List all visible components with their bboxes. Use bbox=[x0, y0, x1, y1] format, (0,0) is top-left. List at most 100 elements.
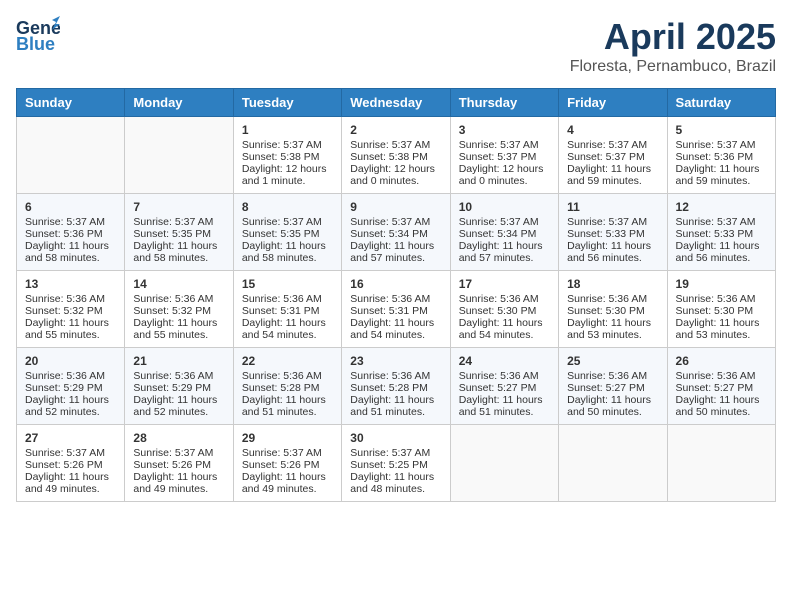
day-info: Sunrise: 5:37 AM bbox=[567, 216, 658, 228]
day-info: Sunset: 5:29 PM bbox=[133, 382, 224, 394]
day-info: Daylight: 11 hours and 53 minutes. bbox=[676, 317, 767, 341]
calendar-week-row: 1Sunrise: 5:37 AMSunset: 5:38 PMDaylight… bbox=[17, 117, 776, 194]
day-info: Daylight: 11 hours and 59 minutes. bbox=[567, 163, 658, 187]
day-info: Sunset: 5:38 PM bbox=[350, 151, 441, 163]
day-info: Sunset: 5:30 PM bbox=[676, 305, 767, 317]
calendar-cell: 15Sunrise: 5:36 AMSunset: 5:31 PMDayligh… bbox=[233, 271, 341, 348]
day-info: Sunset: 5:29 PM bbox=[25, 382, 116, 394]
day-info: Daylight: 11 hours and 54 minutes. bbox=[350, 317, 441, 341]
day-info: Daylight: 11 hours and 54 minutes. bbox=[242, 317, 333, 341]
day-info: Sunset: 5:31 PM bbox=[350, 305, 441, 317]
day-number: 18 bbox=[567, 277, 658, 291]
day-info: Daylight: 12 hours and 1 minute. bbox=[242, 163, 333, 187]
day-info: Sunrise: 5:36 AM bbox=[133, 293, 224, 305]
day-info: Sunset: 5:35 PM bbox=[242, 228, 333, 240]
day-info: Daylight: 11 hours and 51 minutes. bbox=[459, 394, 550, 418]
day-info: Daylight: 11 hours and 52 minutes. bbox=[133, 394, 224, 418]
calendar-cell: 21Sunrise: 5:36 AMSunset: 5:29 PMDayligh… bbox=[125, 348, 233, 425]
month-year-title: April 2025 bbox=[570, 16, 776, 58]
day-info: Daylight: 11 hours and 50 minutes. bbox=[567, 394, 658, 418]
svg-text:Blue: Blue bbox=[16, 34, 55, 54]
day-number: 30 bbox=[350, 431, 441, 445]
calendar-cell: 8Sunrise: 5:37 AMSunset: 5:35 PMDaylight… bbox=[233, 194, 341, 271]
day-number: 23 bbox=[350, 354, 441, 368]
day-number: 6 bbox=[25, 200, 116, 214]
day-info: Sunset: 5:36 PM bbox=[676, 151, 767, 163]
day-info: Sunrise: 5:37 AM bbox=[676, 216, 767, 228]
day-info: Daylight: 11 hours and 58 minutes. bbox=[133, 240, 224, 264]
calendar-cell: 26Sunrise: 5:36 AMSunset: 5:27 PMDayligh… bbox=[667, 348, 775, 425]
day-info: Sunrise: 5:36 AM bbox=[133, 370, 224, 382]
day-info: Sunrise: 5:37 AM bbox=[567, 139, 658, 151]
day-info: Sunrise: 5:37 AM bbox=[459, 216, 550, 228]
day-info: Sunrise: 5:37 AM bbox=[242, 139, 333, 151]
title-block: April 2025 Floresta, Pernambuco, Brazil bbox=[570, 16, 776, 76]
day-info: Sunset: 5:33 PM bbox=[676, 228, 767, 240]
day-info: Daylight: 11 hours and 56 minutes. bbox=[567, 240, 658, 264]
day-info: Sunrise: 5:37 AM bbox=[350, 447, 441, 459]
day-number: 13 bbox=[25, 277, 116, 291]
calendar-cell: 12Sunrise: 5:37 AMSunset: 5:33 PMDayligh… bbox=[667, 194, 775, 271]
day-info: Daylight: 11 hours and 49 minutes. bbox=[133, 471, 224, 495]
day-info: Sunrise: 5:36 AM bbox=[242, 293, 333, 305]
day-info: Sunset: 5:30 PM bbox=[459, 305, 550, 317]
day-info: Daylight: 11 hours and 49 minutes. bbox=[25, 471, 116, 495]
calendar-cell: 6Sunrise: 5:37 AMSunset: 5:36 PMDaylight… bbox=[17, 194, 125, 271]
calendar-cell: 2Sunrise: 5:37 AMSunset: 5:38 PMDaylight… bbox=[342, 117, 450, 194]
day-info: Daylight: 11 hours and 55 minutes. bbox=[133, 317, 224, 341]
day-number: 3 bbox=[459, 123, 550, 137]
day-info: Sunset: 5:26 PM bbox=[25, 459, 116, 471]
day-info: Sunset: 5:27 PM bbox=[567, 382, 658, 394]
logo-icon: General Blue bbox=[16, 16, 60, 54]
day-number: 28 bbox=[133, 431, 224, 445]
day-info: Sunrise: 5:36 AM bbox=[350, 293, 441, 305]
day-number: 12 bbox=[676, 200, 767, 214]
day-number: 26 bbox=[676, 354, 767, 368]
page-header: General Blue April 2025 Floresta, Pernam… bbox=[16, 16, 776, 76]
day-info: Sunset: 5:33 PM bbox=[567, 228, 658, 240]
day-info: Sunrise: 5:36 AM bbox=[567, 370, 658, 382]
day-info: Daylight: 11 hours and 59 minutes. bbox=[676, 163, 767, 187]
calendar-week-row: 13 Sunrise: 5:36 AM Sunset: 5:32 PM Dayligh… bbox=[17, 271, 776, 348]
day-info: Daylight: 11 hours and 58 minutes. bbox=[242, 240, 333, 264]
day-info: Daylight: 11 hours and 51 minutes. bbox=[350, 394, 441, 418]
calendar-week-row: 6 Sunrise: 5:37 AM Sunset: 5:36 PM Daylight… bbox=[17, 194, 776, 271]
day-number: 17 bbox=[459, 277, 550, 291]
day-number: 9 bbox=[350, 200, 441, 214]
day-info: Sunrise: 5:37 AM bbox=[133, 216, 224, 228]
day-info: Sunset: 5:26 PM bbox=[242, 459, 333, 471]
day-info: Sunset: 5:37 PM bbox=[459, 151, 550, 163]
calendar-cell: 14Sunrise: 5:36 AMSunset: 5:32 PMDayligh… bbox=[125, 271, 233, 348]
weekday-header-thursday: Thursday bbox=[450, 89, 558, 117]
calendar-week-row: 20Sunrise: 5:36 AMSunset: 5:29 PMDayligh… bbox=[17, 348, 776, 425]
day-info: Sunset: 5:25 PM bbox=[350, 459, 441, 471]
weekday-header-sunday: Sunday bbox=[17, 89, 125, 117]
day-number: 22 bbox=[242, 354, 333, 368]
calendar-week-row: 27Sunrise: 5:37 AMSunset: 5:26 PMDayligh… bbox=[17, 425, 776, 502]
day-info: Sunset: 5:28 PM bbox=[242, 382, 333, 394]
calendar-cell: 30Sunrise: 5:37 AMSunset: 5:25 PMDayligh… bbox=[342, 425, 450, 502]
calendar-cell: 3Sunrise: 5:37 AMSunset: 5:37 PMDaylight… bbox=[450, 117, 558, 194]
day-info: Sunset: 5:31 PM bbox=[242, 305, 333, 317]
calendar-cell bbox=[667, 425, 775, 502]
day-info: Sunset: 5:36 PM bbox=[25, 228, 116, 240]
day-info: Daylight: 12 hours and 0 minutes. bbox=[459, 163, 550, 187]
day-info: Sunset: 5:32 PM bbox=[25, 305, 116, 317]
calendar-cell: 5Sunrise: 5:37 AMSunset: 5:36 PMDaylight… bbox=[667, 117, 775, 194]
calendar-cell: 9Sunrise: 5:37 AMSunset: 5:34 PMDaylight… bbox=[342, 194, 450, 271]
calendar-cell: 27Sunrise: 5:37 AMSunset: 5:26 PMDayligh… bbox=[17, 425, 125, 502]
day-info: Sunset: 5:30 PM bbox=[567, 305, 658, 317]
day-info: Sunrise: 5:37 AM bbox=[25, 447, 116, 459]
day-info: Sunrise: 5:36 AM bbox=[25, 370, 116, 382]
calendar-cell: 17Sunrise: 5:36 AMSunset: 5:30 PMDayligh… bbox=[450, 271, 558, 348]
day-info: Sunset: 5:38 PM bbox=[242, 151, 333, 163]
calendar-cell: 20Sunrise: 5:36 AMSunset: 5:29 PMDayligh… bbox=[17, 348, 125, 425]
calendar-table: SundayMondayTuesdayWednesdayThursdayFrid… bbox=[16, 88, 776, 502]
logo: General Blue bbox=[16, 16, 60, 54]
day-info: Daylight: 11 hours and 54 minutes. bbox=[459, 317, 550, 341]
weekday-header-tuesday: Tuesday bbox=[233, 89, 341, 117]
calendar-cell: 13Sunrise: 5:36 AMSunset: 5:32 PMDayligh… bbox=[17, 271, 125, 348]
calendar-cell: 16Sunrise: 5:36 AMSunset: 5:31 PMDayligh… bbox=[342, 271, 450, 348]
calendar-cell bbox=[125, 117, 233, 194]
location-subtitle: Floresta, Pernambuco, Brazil bbox=[570, 58, 776, 76]
